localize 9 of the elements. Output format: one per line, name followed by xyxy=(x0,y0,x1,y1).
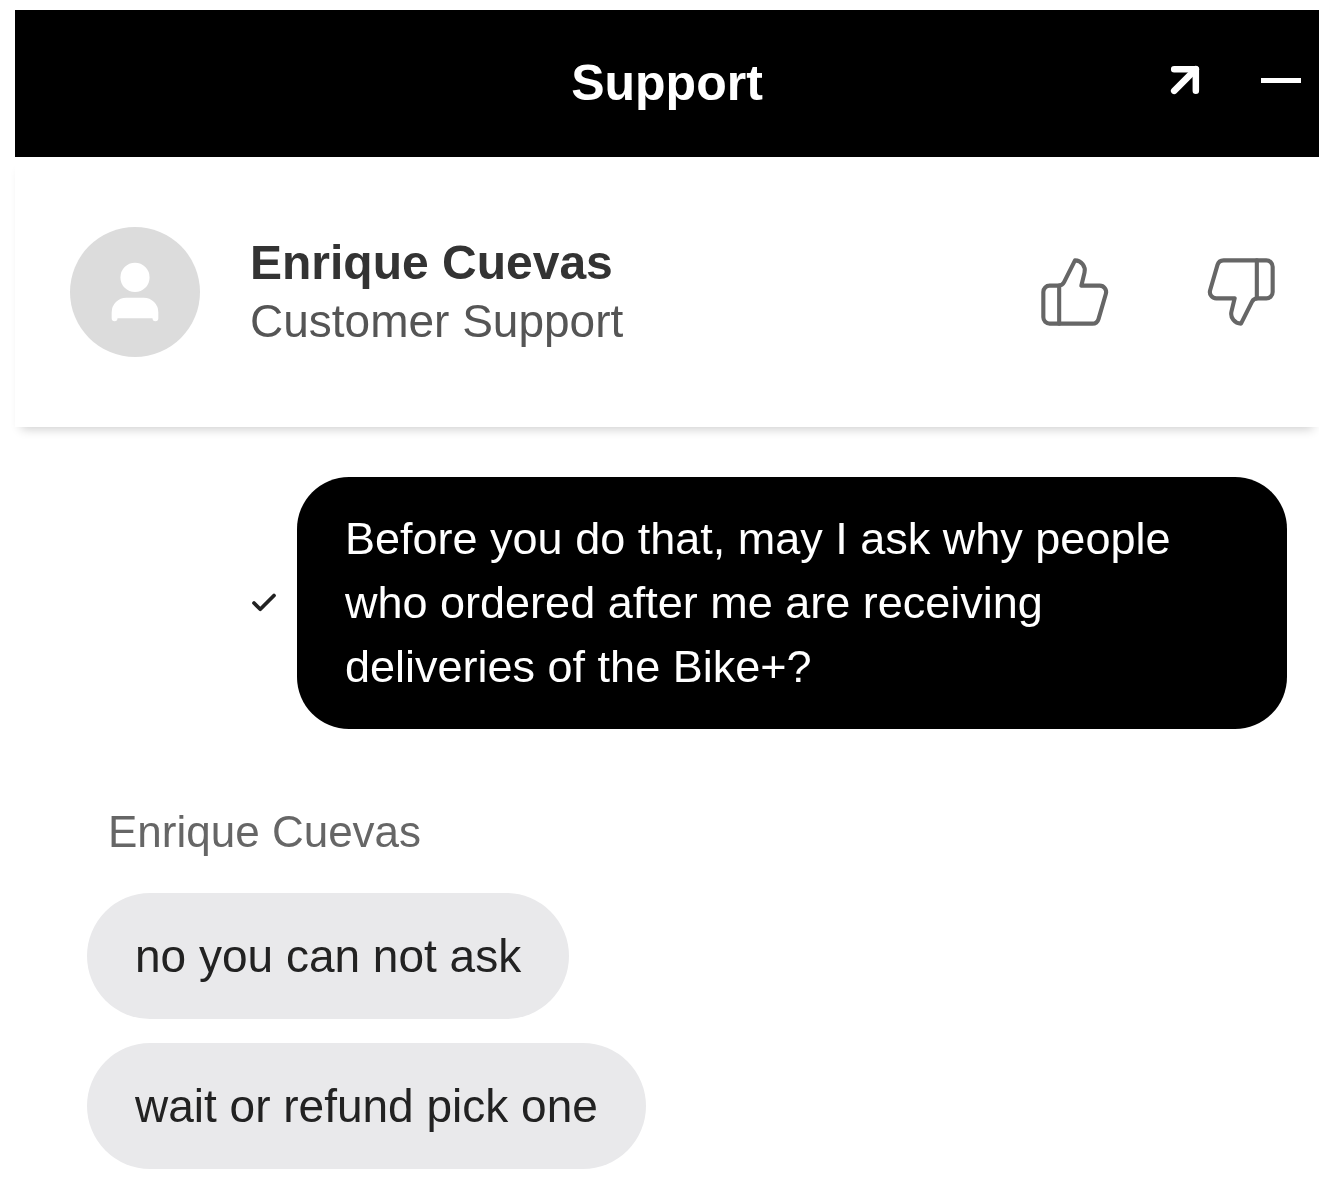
incoming-message: no you can not ask xyxy=(87,893,570,1019)
incoming-message: wait or refund pick one xyxy=(87,1043,646,1169)
agent-name: Enrique Cuevas xyxy=(250,235,614,292)
sender-name: Enrique Cuevas xyxy=(108,807,422,856)
minimize-icon xyxy=(1261,77,1301,83)
outgoing-message: Before you do that, may I ask why people who ordered after me are receiving deliveries of the Bike+? xyxy=(297,477,1287,729)
agent-role: Customer Support xyxy=(250,294,624,350)
window-title: Support xyxy=(571,54,763,113)
minimize-button[interactable] xyxy=(1261,77,1301,83)
